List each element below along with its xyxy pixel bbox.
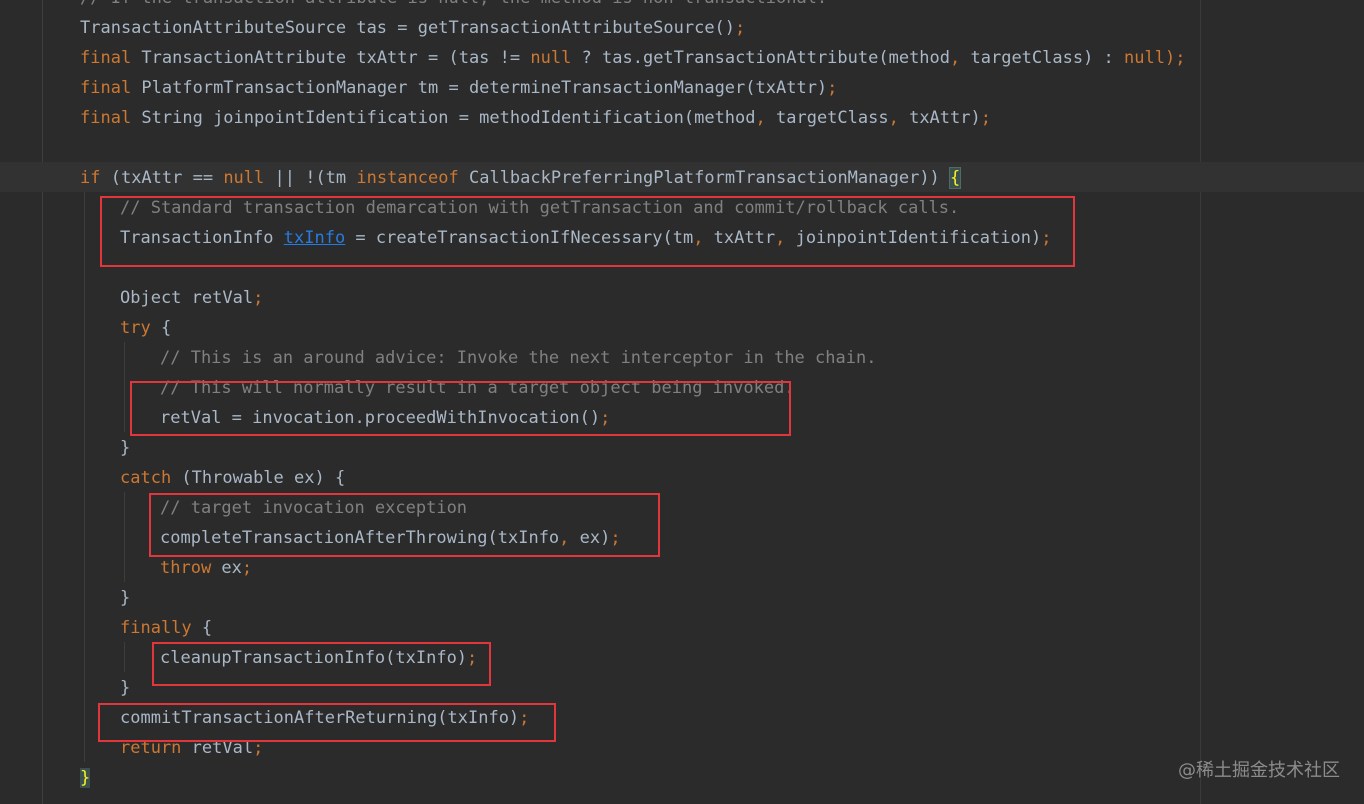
code-token: ex	[221, 558, 242, 578]
code-token: final	[80, 108, 142, 128]
code-token: catch	[120, 468, 182, 488]
code-line[interactable]: final TransactionAttribute txAttr = (tas…	[80, 43, 1185, 73]
code-line[interactable]: final String joinpointIdentification = m…	[80, 103, 991, 133]
code-line[interactable]: }	[120, 583, 130, 613]
highlight-box-proceed-invocation	[130, 381, 791, 436]
code-line[interactable]: TransactionAttributeSource tas = getTran…	[80, 13, 745, 43]
highlight-box-commit	[98, 703, 556, 742]
code-token: ,	[950, 48, 971, 68]
code-token: String joinpointIdentification = methodI…	[141, 108, 756, 128]
indent-guide	[124, 492, 125, 582]
code-token: Object retVal	[120, 288, 254, 308]
indent-guide	[124, 642, 125, 672]
highlight-box-complete-after-throwing	[149, 493, 660, 557]
code-line[interactable]: // If the transaction attribute is null,…	[80, 0, 827, 13]
code-token: TransactionAttribute txAttr = (tas !=	[141, 48, 531, 68]
code-token: null	[1124, 48, 1165, 68]
code-token: if	[80, 168, 111, 188]
code-line[interactable]: final PlatformTransactionManager tm = de…	[80, 73, 837, 103]
code-editor[interactable]: // If the transaction attribute is null,…	[0, 0, 1364, 804]
code-line[interactable]: if (txAttr == null || !(tm instanceof Ca…	[80, 163, 962, 193]
code-line[interactable]: try {	[120, 313, 171, 343]
highlight-box-create-transaction	[100, 196, 1075, 267]
code-token: final	[80, 48, 142, 68]
code-token: {	[949, 167, 962, 189]
code-token: ;	[827, 78, 838, 98]
right-margin-guide	[1200, 0, 1201, 804]
code-token: }	[120, 438, 131, 458]
code-token: ,	[755, 108, 776, 128]
indent-guide	[124, 342, 125, 432]
code-token: TransactionAttributeSource tas = getTran…	[80, 18, 736, 38]
code-token: }	[120, 588, 131, 608]
code-token: );	[1164, 48, 1186, 68]
code-token: ;	[980, 108, 991, 128]
code-line[interactable]: }	[80, 763, 91, 793]
code-token: targetClass	[776, 108, 889, 128]
code-token: PlatformTransactionManager tm = determin…	[141, 78, 828, 98]
code-token: ;	[241, 558, 253, 578]
code-line[interactable]: Object retVal;	[120, 283, 263, 313]
code-token: targetClass) :	[970, 48, 1125, 68]
code-token: finally	[120, 618, 202, 638]
highlight-box-cleanup	[152, 642, 491, 686]
watermark: @稀土掘金技术社区	[1178, 760, 1340, 781]
code-token: // If the transaction attribute is null,…	[80, 0, 827, 8]
code-token: {	[160, 318, 172, 338]
code-token: }	[120, 678, 131, 698]
code-token: {	[201, 618, 213, 638]
gutter-divider	[42, 0, 43, 804]
code-line[interactable]: // This is an around advice: Invoke the …	[160, 343, 876, 373]
code-token: CallbackPreferringPlatformTransactionMan…	[468, 168, 951, 188]
code-token: ;	[253, 288, 264, 308]
code-token: throw	[160, 558, 222, 578]
code-token: final	[80, 78, 142, 98]
indent-guide	[84, 192, 85, 762]
code-token: (txAttr ==	[110, 168, 224, 188]
code-token: // This is an around advice: Invoke the …	[160, 348, 877, 368]
code-token: || !(tm	[264, 168, 357, 188]
code-token: null	[223, 168, 265, 188]
code-token: instanceof	[356, 168, 469, 188]
code-line[interactable]: }	[120, 433, 130, 463]
code-token: }	[80, 768, 91, 788]
code-line[interactable]: }	[120, 673, 130, 703]
code-token: null	[530, 48, 572, 68]
code-line[interactable]: finally {	[120, 613, 212, 643]
code-token: ,	[888, 108, 910, 128]
code-token: txAttr)	[909, 108, 981, 128]
code-line[interactable]: throw ex;	[160, 553, 252, 583]
code-token: ? tas.getTransactionAttribute(method	[571, 48, 951, 68]
code-token: try	[120, 318, 161, 338]
code-token: (Throwable ex) {	[181, 468, 346, 488]
code-line[interactable]: catch (Throwable ex) {	[120, 463, 345, 493]
code-token: ;	[735, 18, 746, 38]
